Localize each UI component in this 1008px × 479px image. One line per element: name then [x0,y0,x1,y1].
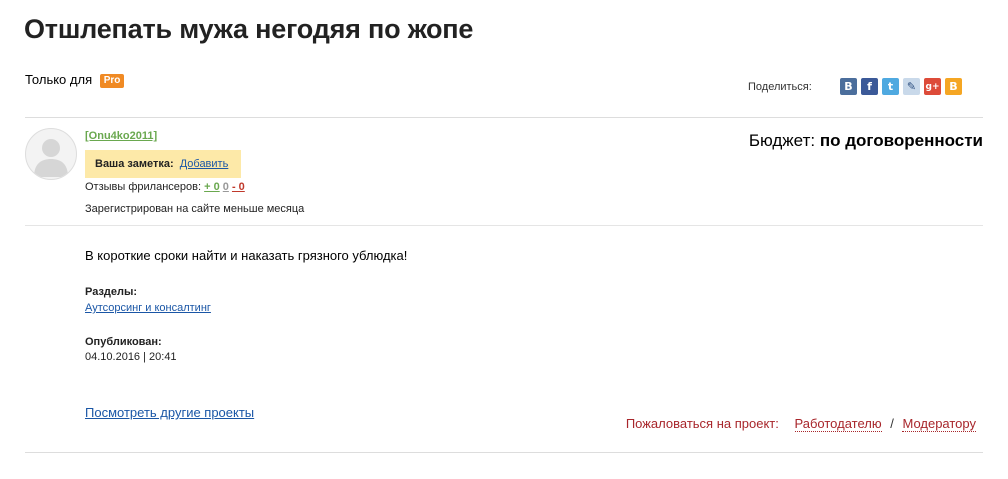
project-description: В короткие сроки найти и наказать грязно… [85,248,408,263]
note-label: Ваша заметка: [95,158,174,170]
avatar[interactable] [25,128,77,180]
only-for-pro: Только для Pro [25,72,125,88]
other-projects-link[interactable]: Посмотреть другие проекты [85,405,254,420]
budget: Бюджет: по договоренности [749,131,983,151]
sections-label: Разделы: [85,286,138,298]
share-label: Поделиться: [748,81,812,93]
reviews-label: Отзывы фрилансеров: [85,181,202,193]
share-icons: B f t ✎ g+ B [840,78,962,95]
twitter-icon[interactable]: t [882,78,899,95]
divider [25,117,983,118]
note-row: Ваша заметка: Добавить [95,158,228,170]
divider [25,452,983,453]
reviews-negative[interactable]: - 0 [232,181,245,193]
published-date: 04.10.2016 | 20:41 [85,351,177,363]
page-title: Отшлепать мужа негодяя по жопе [24,14,474,44]
complain-moderator-link[interactable]: Модератору [902,416,976,432]
livejournal-icon[interactable]: ✎ [903,78,920,95]
facebook-icon[interactable]: f [861,78,878,95]
budget-label: Бюджет: [748,131,816,150]
section-link[interactable]: Аутсорсинг и консалтинг [85,302,211,314]
blogger-icon[interactable]: B [945,78,962,95]
complain-label: Пожаловаться на проект: [625,416,779,431]
pro-badge[interactable]: Pro [99,74,125,88]
google-plus-icon[interactable]: g+ [924,78,941,95]
published-label: Опубликован: [85,336,162,348]
freelancer-reviews: Отзывы фрилансеров: + 0 0 - 0 [85,181,245,193]
client-username[interactable]: [Onu4ko2011] [85,130,157,142]
reviews-positive[interactable]: + 0 [204,181,220,193]
only-for-label: Только для [25,72,93,87]
complain-separator: / [890,416,894,431]
registration-info: Зарегистрирован на сайте меньше месяца [85,203,305,215]
user-silhouette-icon [34,139,68,177]
add-note-link[interactable]: Добавить [180,158,229,170]
note-box: Ваша заметка: Добавить [85,150,241,178]
username-link[interactable]: [Onu4ko2011] [85,130,157,142]
reviews-neutral[interactable]: 0 [223,181,229,193]
complain-row: Пожаловаться на проект: Работодателю / М… [625,416,976,432]
vk-icon[interactable]: B [840,78,857,95]
divider [25,225,983,226]
budget-value: по договоренности [819,131,983,150]
complain-employer-link[interactable]: Работодателю [794,416,882,432]
